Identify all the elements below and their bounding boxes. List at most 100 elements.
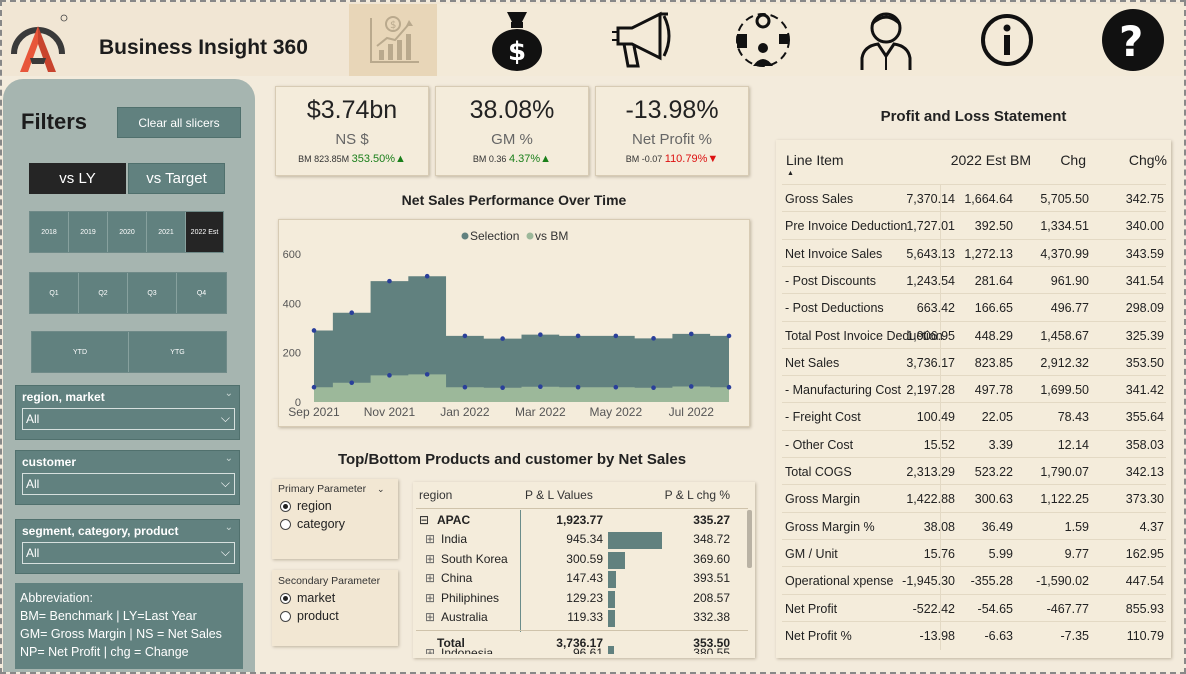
column-header[interactable]: region [419, 488, 452, 502]
pnl-cell: 1,422.88 [906, 492, 955, 507]
collapse-icon[interactable]: ⊟ [419, 513, 429, 527]
data-point[interactable] [462, 333, 468, 339]
pnl-cell: 4,370.99 [1040, 246, 1089, 261]
column-header[interactable]: BM [1010, 152, 1031, 168]
pnl-cell: 663.42 [916, 301, 955, 316]
quarter-chip-q2[interactable]: Q2 [79, 273, 128, 313]
vs-ly-toggle[interactable]: vs LY [29, 163, 126, 194]
x-tick-label: May 2022 [589, 405, 642, 419]
pnl-cell: 358.03 [1125, 437, 1164, 452]
column-header[interactable]: Line Item [786, 152, 844, 168]
data-point[interactable] [349, 310, 355, 316]
data-point[interactable] [311, 328, 317, 333]
nav-sales-view[interactable]: $ [473, 4, 561, 76]
net-sales-area-chart[interactable]: Selection vs BM 0200400600Sep 2021 Nov 20… [279, 220, 751, 428]
column-header[interactable]: P & L Values [525, 488, 593, 502]
pnl-cell: 1,122.25 [1040, 492, 1089, 507]
clear-all-slicers-button[interactable]: Clear all slicers [117, 107, 241, 138]
abbreviation-line: BM= Benchmark | LY=Last Year [20, 609, 197, 623]
secondary-parameter-slicer: Secondary Parameter market product [272, 570, 398, 646]
pnl-cell: -1,945.30 [902, 574, 955, 589]
pnl-cell: 1,727.01 [906, 219, 955, 234]
nav-finance-view[interactable]: $ [349, 4, 437, 76]
region-market-dropdown[interactable]: All ⌵ [22, 408, 235, 430]
matrix-row[interactable]: ⊞ South Korea 300.59 369.60 [413, 551, 748, 571]
column-header[interactable]: 2022 Est [951, 152, 1006, 168]
expand-icon[interactable]: ⊞ [425, 610, 435, 624]
info-icon [981, 14, 1033, 66]
quarter-chip-q3[interactable]: Q3 [128, 273, 177, 313]
column-header[interactable]: Chg% [1129, 152, 1167, 168]
data-point[interactable] [688, 331, 694, 337]
sort-ascending-icon[interactable]: ▲ [787, 170, 794, 177]
column-header[interactable]: P & L chg % [665, 488, 730, 502]
data-point[interactable] [424, 372, 430, 377]
quarter-chip-q4[interactable]: Q4 [177, 273, 226, 313]
column-header[interactable]: Chg [1060, 152, 1086, 168]
chevron-down-icon[interactable]: ⌄ [225, 453, 233, 464]
year-chip-2019[interactable]: 2019 [69, 212, 108, 252]
data-point[interactable] [538, 332, 543, 337]
matrix-row[interactable]: ⊞ China 147.43 393.51 [413, 571, 748, 590]
year-chip-2020[interactable]: 2020 [108, 212, 147, 252]
primary-option-category[interactable]: category [280, 517, 398, 531]
group-row-apac[interactable]: ⊟ APAC 1,923.77 335.27 [413, 513, 748, 532]
customer-dropdown[interactable]: All ⌵ [22, 473, 235, 495]
data-point[interactable] [349, 380, 355, 386]
expand-icon[interactable]: ⊞ [425, 532, 435, 546]
data-point[interactable] [651, 336, 656, 341]
data-point[interactable] [688, 384, 694, 389]
matrix-row[interactable]: ⊞ Philiphines 129.23 208.57 [413, 590, 748, 610]
period-chip-ytd[interactable]: YTD [32, 332, 129, 372]
param-title-text: Primary Parameter [278, 483, 367, 495]
nav-executive-view[interactable] [842, 4, 930, 76]
secondary-option-market[interactable]: market [280, 591, 398, 605]
pnl-row: Operational xpense -1,945.30 -355.28 -1,590… [782, 566, 1166, 593]
data-point[interactable] [575, 333, 581, 339]
total-row: Total 3,736.17 353.50 [413, 636, 748, 655]
secondary-option-product[interactable]: product [280, 609, 398, 623]
year-chip-2022-est[interactable]: 2022 Est [186, 212, 223, 252]
quarter-chip-q1[interactable]: Q1 [30, 273, 79, 313]
nav-info[interactable] [963, 4, 1051, 76]
scrollbar[interactable] [747, 510, 752, 568]
pnl-cell: 342.75 [1125, 192, 1164, 206]
matrix-row[interactable]: ⊞ India 945.34 348.72 [413, 532, 748, 551]
group-value: 1,923.77 [556, 513, 603, 527]
primary-option-region[interactable]: region [280, 499, 398, 513]
year-chip-2021[interactable]: 2021 [147, 212, 186, 252]
segment-category-product-dropdown[interactable]: All ⌵ [22, 542, 235, 564]
data-point[interactable] [311, 384, 317, 390]
data-point[interactable] [613, 384, 619, 390]
data-point[interactable] [726, 384, 732, 390]
data-point[interactable] [726, 333, 732, 339]
data-point[interactable] [424, 273, 430, 279]
data-point[interactable] [462, 384, 468, 390]
chevron-down-icon[interactable]: ⌄ [225, 388, 233, 399]
pnl-row: Pre Invoice Deduction 1,727.01 392.50 1,334… [782, 211, 1166, 238]
data-point[interactable] [500, 336, 505, 341]
data-point[interactable] [387, 278, 392, 284]
chevron-down-icon[interactable]: ⌄ [225, 522, 233, 533]
data-point[interactable] [575, 384, 581, 390]
year-chip-2018[interactable]: 2018 [30, 212, 69, 252]
data-point[interactable] [538, 384, 543, 390]
nav-supply-chain-view[interactable] [719, 4, 807, 76]
data-point[interactable] [387, 373, 392, 378]
pnl-cell: 1,458.67 [1040, 328, 1089, 343]
data-point[interactable] [613, 333, 619, 339]
nav-help[interactable]: ? [1089, 4, 1177, 76]
pnl-cell: 341.54 [1125, 273, 1164, 288]
data-point[interactable] [500, 385, 505, 390]
matrix-row[interactable]: ⊞ Australia 119.33 332.38 [413, 610, 748, 629]
expand-icon[interactable]: ⊞ [425, 591, 435, 605]
expand-icon[interactable]: ⊞ [425, 571, 435, 585]
line-item: Total COGS [785, 465, 852, 479]
vs-target-toggle[interactable]: vs Target [128, 163, 225, 194]
row-chg: 208.57 [693, 590, 730, 605]
period-chip-ytg[interactable]: YTG [129, 332, 226, 372]
data-point[interactable] [651, 385, 656, 390]
nav-marketing-view[interactable] [599, 4, 687, 76]
chevron-down-icon[interactable]: ⌄ [377, 484, 385, 494]
expand-icon[interactable]: ⊞ [425, 552, 435, 566]
